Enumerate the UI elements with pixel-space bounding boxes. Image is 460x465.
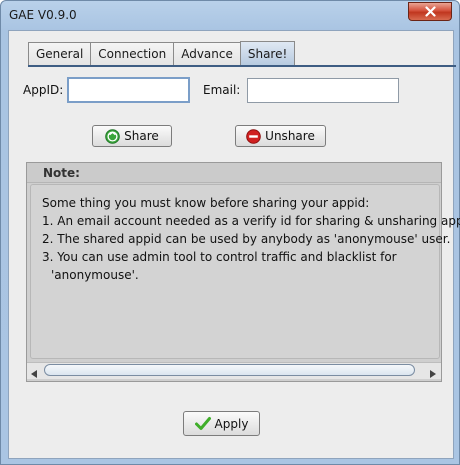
note-line: Some thing you must know before sharing … [42, 196, 370, 210]
share-label: Share [124, 129, 159, 143]
tab-advance[interactable]: Advance [173, 42, 240, 65]
no-entry-icon [246, 128, 261, 144]
share-icon [105, 128, 120, 144]
tab-general[interactable]: General [28, 42, 91, 65]
appid-label: AppID: [23, 83, 64, 97]
note-line: 2. The shared appid can be used by anybo… [42, 232, 451, 246]
apply-button[interactable]: Apply [183, 411, 260, 436]
tab-connection[interactable]: Connection [90, 42, 174, 65]
close-button[interactable] [408, 2, 452, 21]
checkmark-icon [194, 416, 211, 431]
horizontal-scrollbar[interactable] [27, 362, 441, 379]
note-title: Note: [43, 166, 80, 180]
note-line: 'anonymouse'. [51, 268, 139, 282]
apply-label: Apply [214, 416, 249, 431]
email-label: Email: [203, 83, 241, 97]
tab-share[interactable]: Share! [239, 41, 296, 65]
unshare-button[interactable]: Unshare [235, 125, 326, 147]
note-text-area[interactable]: Some thing you must know before sharing … [30, 184, 460, 359]
tab-underline [28, 65, 456, 67]
email-input[interactable] [247, 78, 399, 103]
unshare-label: Unshare [265, 129, 315, 143]
note-line: 1. An email account needed as a verify i… [42, 214, 460, 228]
client-area: General Connection Advance Share! AppID:… [8, 30, 460, 459]
scroll-left-icon[interactable] [31, 367, 38, 381]
close-icon [424, 6, 436, 17]
app-window: GAE V0.9.0 General Connection Advance Sh… [0, 0, 460, 465]
note-panel: Note: Some thing you must know before sh… [26, 162, 460, 382]
appid-input[interactable] [67, 77, 190, 103]
note-line: 3. You can use admin tool to control tra… [42, 250, 397, 264]
window-title: GAE V0.9.0 [9, 8, 77, 22]
scrollbar-thumb[interactable] [44, 364, 415, 376]
share-button[interactable]: Share [92, 125, 172, 147]
note-header: Note: [27, 163, 441, 183]
tab-strip: General Connection Advance Share! [28, 41, 296, 65]
scroll-right-icon[interactable] [429, 367, 436, 381]
title-bar[interactable]: GAE V0.9.0 [1, 1, 459, 31]
